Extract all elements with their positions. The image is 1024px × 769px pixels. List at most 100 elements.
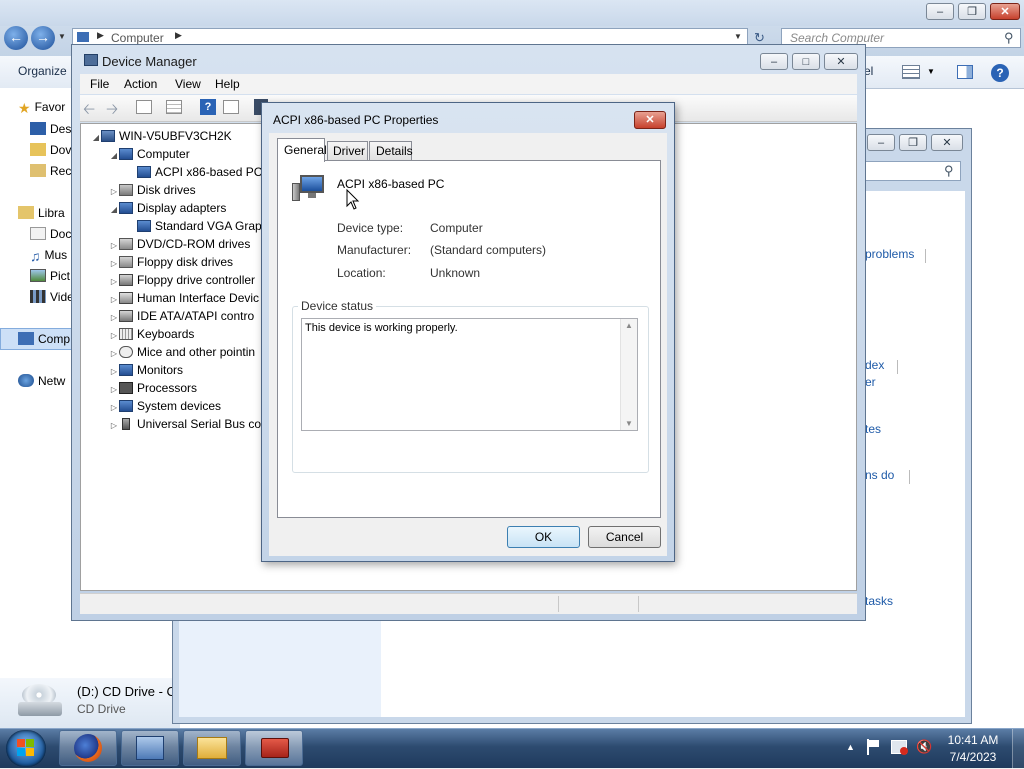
control-panel-minimize-button[interactable]: – [867,134,895,151]
forward-arrow-icon[interactable]: 🡢 [106,99,118,124]
cancel-button[interactable]: Cancel [588,526,661,548]
breadcrumb-chevron-icon[interactable]: ▶ [175,30,182,41]
change-view-icon[interactable] [902,65,920,79]
tree-vga[interactable]: Standard VGA Grap [137,217,262,235]
tree-ide[interactable]: ▷ IDE ATA/ATAPI contro [109,307,254,325]
tab-driver[interactable]: Driver [327,141,368,161]
control-panel-restore-button[interactable]: ❐ [899,134,927,151]
tree-monitors[interactable]: ▷ Monitors [109,361,183,379]
collapse-arrow-icon[interactable]: ◢ [109,201,119,219]
nav-downloads[interactable]: Dov [30,141,71,159]
scroll-up-icon[interactable]: ▲ [625,321,633,330]
nav-network[interactable]: Netw [18,372,65,390]
tree-floppy-disk[interactable]: ▷ Floppy disk drives [109,253,233,271]
clock-date[interactable]: 7/4/2023 [938,750,1008,764]
explorer-close-button[interactable]: ✕ [990,3,1020,20]
device-status-textbox[interactable]: This device is working properly. ▲ ▼ [301,318,638,431]
menu-help[interactable]: Help [215,77,240,91]
link-index[interactable]: dex [865,358,884,372]
tree-processors[interactable]: ▷ Processors [109,379,197,397]
scan-hardware-icon[interactable] [223,100,239,114]
nav-recent[interactable]: Rec [30,162,71,180]
tree-floppy-controller[interactable]: ▷ Floppy drive controller [109,271,255,289]
tree-acpi-pc[interactable]: ACPI x86-based PC [137,163,262,181]
taskbar-explorer[interactable] [183,730,241,766]
explorer-restore-button[interactable]: ❐ [958,3,986,20]
taskbar-firefox[interactable] [59,730,117,766]
properties-close-button[interactable]: ✕ [634,111,666,129]
nav-videos[interactable]: Vide [30,288,74,306]
control-panel-search-box[interactable]: ⚲ [865,161,961,181]
preview-pane-icon[interactable] [957,65,973,79]
menu-action[interactable]: Action [124,77,157,91]
link-tasks[interactable]: tasks [865,594,893,608]
device-type-label: Device type: [337,221,404,235]
recent-pages-chevron-icon[interactable]: ▼ [58,32,66,41]
tree-usb[interactable]: ▷ Universal Serial Bus co [109,415,261,433]
tree-computer[interactable]: ◢ Computer [109,145,190,163]
network-tray-icon[interactable] [891,740,908,755]
tree-display-adapters[interactable]: ◢ Display adapters [109,199,226,217]
tree-root[interactable]: ◢ WIN-V5UBFV3CH2K [91,127,232,145]
nav-libraries[interactable]: Libra [18,204,65,222]
breadcrumb-computer[interactable]: Computer [111,31,164,45]
taskbar-control-panel[interactable] [121,730,179,766]
search-icon[interactable]: ⚲ [1004,30,1014,46]
nav-favorites[interactable]: ★ Favor [18,98,65,116]
start-button[interactable] [6,730,46,767]
link-problems[interactable]: problems [865,247,914,261]
nav-documents[interactable]: Doc [30,225,71,243]
scroll-down-icon[interactable]: ▼ [625,419,633,428]
forward-button[interactable]: → [31,26,55,50]
nav-music[interactable]: ♫ Mus [30,246,67,264]
device-manager-minimize-button[interactable]: – [760,53,788,70]
tab-details[interactable]: Details [369,141,413,161]
menu-file[interactable]: File [90,77,109,91]
menu-view[interactable]: View [175,77,201,91]
tree-hid[interactable]: ▷ Human Interface Devic [109,289,259,307]
help-icon[interactable]: ? [991,64,1009,82]
tab-general[interactable]: General [277,138,327,162]
collapse-arrow-icon[interactable]: ◢ [109,147,119,165]
explorer-minimize-button[interactable]: – [926,3,954,20]
tree-system-devices[interactable]: ▷ System devices [109,397,221,415]
tab-general-label: General [284,143,327,157]
link-tes[interactable]: tes [865,422,881,436]
link-ns-do[interactable]: ns do [865,468,894,482]
clock-time[interactable]: 10:41 AM [938,733,1008,747]
minimize-icon: – [877,137,885,149]
properties-icon[interactable] [166,100,182,114]
computer-icon [18,332,34,345]
tree-disk-drives[interactable]: ▷ Disk drives [109,181,196,199]
taskbar-device-manager[interactable] [245,730,303,766]
tree-dvd[interactable]: ▷ DVD/CD-ROM drives [109,235,250,253]
search-icon[interactable]: ⚲ [944,163,954,179]
organize-button[interactable]: Organize [18,64,67,78]
nav-pictures[interactable]: Pict [30,267,70,285]
view-dropdown-icon[interactable]: ▼ [927,67,935,76]
volume-muted-icon[interactable]: 🔇 [916,739,932,755]
ok-button[interactable]: OK [507,526,580,548]
tree-keyboards[interactable]: ▷ Keyboards [109,325,194,343]
back-arrow-icon[interactable]: 🡠 [83,99,95,124]
tree-mice[interactable]: ▷ Mice and other pointin [109,343,255,361]
nav-computer[interactable]: Comp [18,330,70,348]
show-hide-tree-icon[interactable] [136,100,152,114]
address-dropdown-icon[interactable]: ▼ [734,32,742,41]
status-scrollbar[interactable]: ▲ ▼ [620,319,637,430]
control-panel-close-button[interactable]: ✕ [931,134,963,151]
expand-arrow-icon[interactable]: ▷ [109,417,119,435]
link-er[interactable]: er [865,375,876,389]
help-icon[interactable]: ? [200,99,216,115]
close-icon: ✕ [1000,6,1010,18]
action-center-flag-icon[interactable] [866,739,880,755]
nav-desktop[interactable]: Des [30,120,71,138]
device-manager-maximize-button[interactable]: □ [792,53,820,70]
collapse-arrow-icon[interactable]: ◢ [91,129,101,147]
computer-small-icon [77,32,89,42]
show-hidden-icons-icon[interactable]: ▲ [846,742,855,752]
back-button[interactable]: ← [4,26,28,50]
forward-arrow-icon: → [36,29,50,45]
show-desktop-button[interactable] [1012,729,1024,769]
device-manager-close-button[interactable]: ✕ [824,53,858,70]
